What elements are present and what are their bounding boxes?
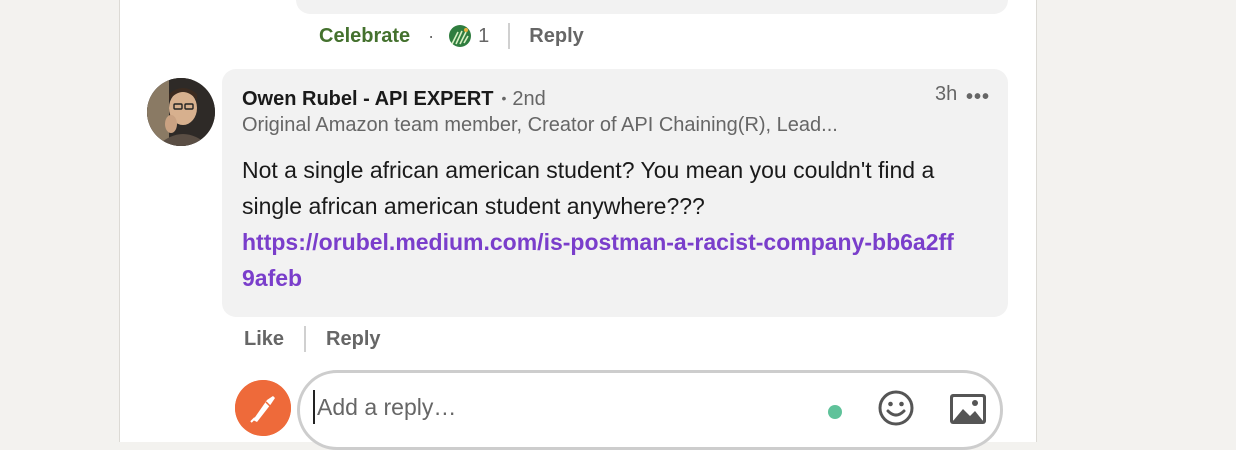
reply-button[interactable]: Reply — [529, 25, 583, 48]
celebrate-reaction-button[interactable]: Celebrate — [319, 25, 410, 48]
comment-link[interactable]: https://orubel.medium.com/is-postman-a-r… — [242, 224, 962, 296]
degree-label: 2nd — [512, 87, 546, 110]
degree-bullet: • — [501, 89, 507, 106]
comment-actions: Like Reply — [244, 325, 381, 353]
emoji-icon[interactable] — [877, 389, 915, 427]
divider — [304, 326, 307, 352]
comment-body: Not a single african american student? Y… — [242, 157, 935, 219]
reply-button[interactable]: Reply — [326, 328, 380, 351]
comment-timestamp: 3h — [935, 83, 958, 105]
online-status-dot — [828, 405, 842, 419]
previous-comment-actions: Celebrate · 1 Reply — [319, 22, 584, 50]
author-avatar[interactable] — [147, 78, 215, 146]
previous-comment-bubble — [296, 0, 1008, 14]
postman-logo-avatar — [235, 380, 291, 436]
divider — [508, 23, 511, 49]
author-headline: Original Amazon team member, Creator of … — [242, 114, 838, 136]
author-line: Owen Rubel - API EXPERT • 2nd — [242, 86, 546, 112]
celebrate-reaction-icon[interactable] — [448, 24, 472, 48]
connection-degree: • 2nd — [502, 88, 546, 111]
like-button[interactable]: Like — [244, 328, 284, 351]
author-name[interactable]: Owen Rubel - API EXPERT — [242, 88, 494, 111]
reply-input[interactable] — [313, 390, 797, 424]
image-icon[interactable] — [949, 393, 987, 425]
reaction-count[interactable]: 1 — [478, 25, 489, 48]
more-options-icon[interactable]: ••• — [966, 86, 990, 109]
separator-dot: · — [428, 25, 435, 46]
